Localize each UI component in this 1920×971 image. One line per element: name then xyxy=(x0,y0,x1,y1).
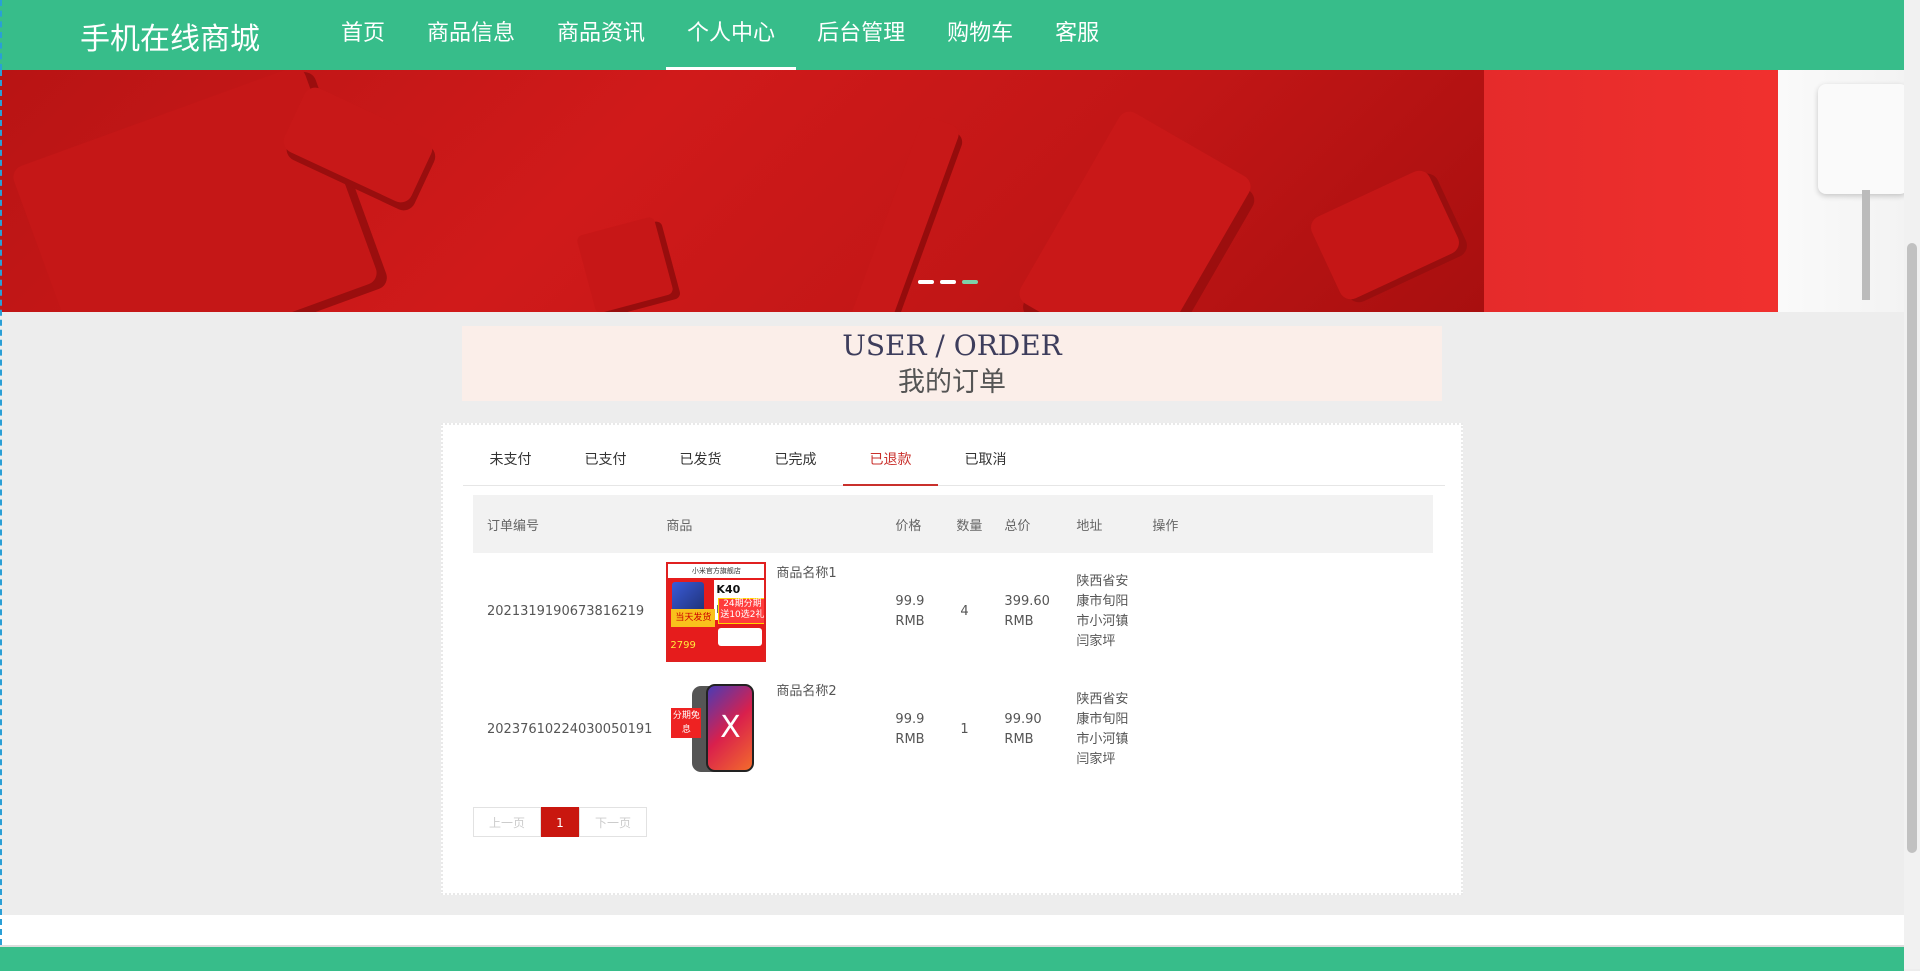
col-header-total: 总价 xyxy=(1004,518,1031,534)
shipping-address: 陕西省安康市旬阳市小河镇闫家坪 xyxy=(1076,574,1129,649)
prev-page-button[interactable]: 上一页 xyxy=(473,807,541,837)
product-name[interactable]: 商品名称2 xyxy=(776,682,836,702)
gift-box-illustration xyxy=(576,216,674,312)
footer-bar xyxy=(0,945,1904,971)
page-scrollbar[interactable] xyxy=(1904,0,1920,969)
shipping-address: 陕西省安康市旬阳市小河镇闫家坪 xyxy=(1076,692,1129,767)
total-price: 399.60 RMB xyxy=(1004,594,1050,629)
order-number: 20237610224030050191 xyxy=(487,722,653,737)
table-row: 2021319190673816219 小米官方旗舰店 K40 Pro 当天发货… xyxy=(473,553,1433,671)
order-status-tabs: 未支付 已支付 已发货 已完成 已退款 已取消 xyxy=(463,435,1445,486)
unit-price: 99.9 RMB xyxy=(895,594,925,629)
table-row: 20237610224030050191 X 分期免息 商品名称2 99.9 R… xyxy=(473,671,1433,789)
page-button-current[interactable]: 1 xyxy=(541,807,579,837)
order-table: 订单编号 商品 价格 数量 总价 地址 操作 20213191906738162… xyxy=(473,495,1433,789)
total-price: 99.90 RMB xyxy=(1004,712,1042,747)
carousel-indicators xyxy=(918,280,978,284)
quantity: 4 xyxy=(960,604,969,619)
tab-unpaid[interactable]: 未支付 xyxy=(463,435,558,485)
nav-item-product-info[interactable]: 商品信息 xyxy=(406,0,536,70)
col-header-address: 地址 xyxy=(1076,518,1103,534)
lamp-pole-illustration xyxy=(1862,190,1870,300)
section-title: USER / ORDER 我的订单 xyxy=(462,326,1442,401)
col-header-order-no: 订单编号 xyxy=(487,518,540,534)
action-cell xyxy=(1138,671,1433,789)
main-nav: 首页 商品信息 商品资讯 个人中心 后台管理 购物车 客服 xyxy=(320,0,1120,70)
nav-item-product-news[interactable]: 商品资讯 xyxy=(536,0,666,70)
scrollbar-thumb[interactable] xyxy=(1907,243,1917,853)
lamp-illustration xyxy=(1818,84,1904,194)
power-bank-illustration xyxy=(1015,107,1255,312)
site-logo[interactable]: 手机在线商城 xyxy=(80,14,260,58)
nav-item-cart[interactable]: 购物车 xyxy=(926,0,1034,70)
col-header-qty: 数量 xyxy=(956,518,983,534)
product-cell: 小米官方旗舰店 K40 Pro 当天发货 24期分期 送10选2礼 2799 商… xyxy=(666,562,881,662)
table-header-row: 订单编号 商品 价格 数量 总价 地址 操作 xyxy=(473,495,1433,553)
carousel-dot-2[interactable] xyxy=(940,280,956,284)
tab-shipped[interactable]: 已发货 xyxy=(653,435,748,485)
product-name[interactable]: 商品名称1 xyxy=(776,564,836,584)
left-guide-line xyxy=(0,70,2,945)
section-title-en: USER / ORDER xyxy=(842,329,1062,362)
order-number: 2021319190673816219 xyxy=(487,604,645,619)
product-thumbnail[interactable]: 小米官方旗舰店 K40 Pro 当天发货 24期分期 送10选2礼 2799 xyxy=(666,562,767,662)
banner-slide-image xyxy=(0,70,1484,312)
quantity: 1 xyxy=(960,722,969,737)
action-cell xyxy=(1138,553,1433,671)
nav-item-user-center[interactable]: 个人中心 xyxy=(666,0,797,70)
nav-item-customer-service[interactable]: 客服 xyxy=(1034,0,1120,70)
pagination: 上一页 1 下一页 xyxy=(473,807,647,837)
top-navbar: 手机在线商城 首页 商品信息 商品资讯 个人中心 后台管理 购物车 客服 xyxy=(0,0,1904,70)
carousel-dot-3[interactable] xyxy=(962,280,978,284)
tab-paid[interactable]: 已支付 xyxy=(558,435,653,485)
banner-carousel[interactable] xyxy=(0,70,1904,312)
tab-completed[interactable]: 已完成 xyxy=(748,435,843,485)
tab-cancelled[interactable]: 已取消 xyxy=(938,435,1033,485)
product-thumbnail[interactable]: X 分期免息 xyxy=(666,680,767,780)
carousel-dot-1[interactable] xyxy=(918,280,934,284)
col-header-product: 商品 xyxy=(666,518,693,534)
footer-spacer xyxy=(0,915,1904,945)
product-cell: X 分期免息 商品名称2 xyxy=(666,680,881,780)
section-title-cn: 我的订单 xyxy=(898,367,1006,398)
nav-item-admin[interactable]: 后台管理 xyxy=(796,0,926,70)
next-page-button[interactable]: 下一页 xyxy=(579,807,647,837)
unit-price: 99.9 RMB xyxy=(895,712,925,747)
tab-refunded[interactable]: 已退款 xyxy=(843,435,938,486)
order-panel: 未支付 已支付 已发货 已完成 已退款 已取消 订单编号 商品 价格 数量 总价… xyxy=(441,423,1463,895)
col-header-action: 操作 xyxy=(1152,518,1179,534)
nav-item-home[interactable]: 首页 xyxy=(320,0,406,70)
wallet-illustration xyxy=(1307,166,1463,304)
col-header-price: 价格 xyxy=(895,518,922,534)
